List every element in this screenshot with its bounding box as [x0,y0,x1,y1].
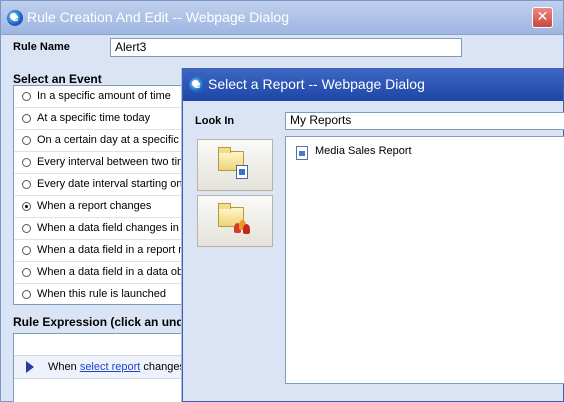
radio-button[interactable] [22,224,31,233]
rule-expression-box: When select report changes [13,333,191,402]
event-option[interactable]: In a specific amount of time [14,86,190,108]
event-option-label: In a specific amount of time [37,90,171,102]
report-dialog-titlebar[interactable]: e Select a Report -- Webpage Dialog [183,69,563,101]
event-option[interactable]: When a data field in a report m [14,240,190,262]
event-option[interactable]: When a report changes [14,196,190,218]
event-option[interactable]: Every date interval starting on [14,174,190,196]
event-option-label: When a data field in a report m [37,244,188,256]
event-option[interactable]: On a certain day at a specific t [14,130,190,152]
event-option-label: At a specific time today [37,112,151,124]
look-in-label: Look In [195,115,235,127]
event-option-label: Every date interval starting on [37,178,183,190]
radio-button[interactable] [22,158,31,167]
event-option[interactable]: Every interval between two tin [14,152,190,174]
radio-button[interactable] [22,136,31,145]
users-badge-icon [234,220,250,234]
expression-prefix: When [48,361,77,373]
event-option-label: When this rule is launched [37,288,167,300]
event-option-label: When a data field changes in a [37,222,189,234]
expression-text: When select report changes [48,361,185,373]
event-option-label: When a report changes [37,200,152,212]
event-option-label: When a data field in a data obj [37,266,186,278]
expression-suffix: changes [143,361,185,373]
file-name: Media Sales Report [315,145,412,157]
radio-button[interactable] [22,114,31,123]
ie-icon: e [7,10,23,26]
rule-name-label: Rule Name [13,41,70,53]
radio-button[interactable] [22,268,31,277]
rule-name-input[interactable]: Alert3 [110,38,462,57]
radio-button[interactable] [22,92,31,101]
event-list: In a specific amount of time At a specif… [13,85,191,305]
event-option-label: Every interval between two tin [37,156,184,168]
radio-button[interactable] [22,180,31,189]
look-in-select[interactable]: My Reports [285,112,564,130]
rule-dialog-title: Rule Creation And Edit -- Webpage Dialog [27,9,290,25]
event-option[interactable]: When a data field in a data obj [14,262,190,284]
event-option[interactable]: At a specific time today [14,108,190,130]
radio-button[interactable] [22,246,31,255]
report-file-list: Media Sales Report [285,136,564,384]
select-report-link[interactable]: select report [80,361,141,373]
shared-reports-button[interactable] [197,195,273,247]
radio-button[interactable] [22,290,31,299]
radio-button-checked[interactable] [22,202,31,211]
event-option[interactable]: When this rule is launched [14,284,190,304]
select-report-dialog: e Select a Report -- Webpage Dialog Look… [182,68,564,402]
my-reports-button[interactable] [197,139,273,191]
report-file-icon [296,146,308,160]
rule-dialog-titlebar[interactable]: e Rule Creation And Edit -- Webpage Dial… [1,1,563,35]
close-button[interactable]: ✕ [532,7,553,28]
expression-row[interactable]: When select report changes [14,355,190,379]
rule-expression-label: Rule Expression (click an unde [13,315,191,329]
event-option-label: On a certain day at a specific t [37,134,185,146]
report-badge-icon [236,165,248,179]
row-arrow-icon [26,361,34,373]
select-event-label: Select an Event [13,72,102,86]
report-dialog-title: Select a Report -- Webpage Dialog [208,76,425,92]
event-option[interactable]: When a data field changes in a [14,218,190,240]
ie-icon: e [189,77,205,93]
